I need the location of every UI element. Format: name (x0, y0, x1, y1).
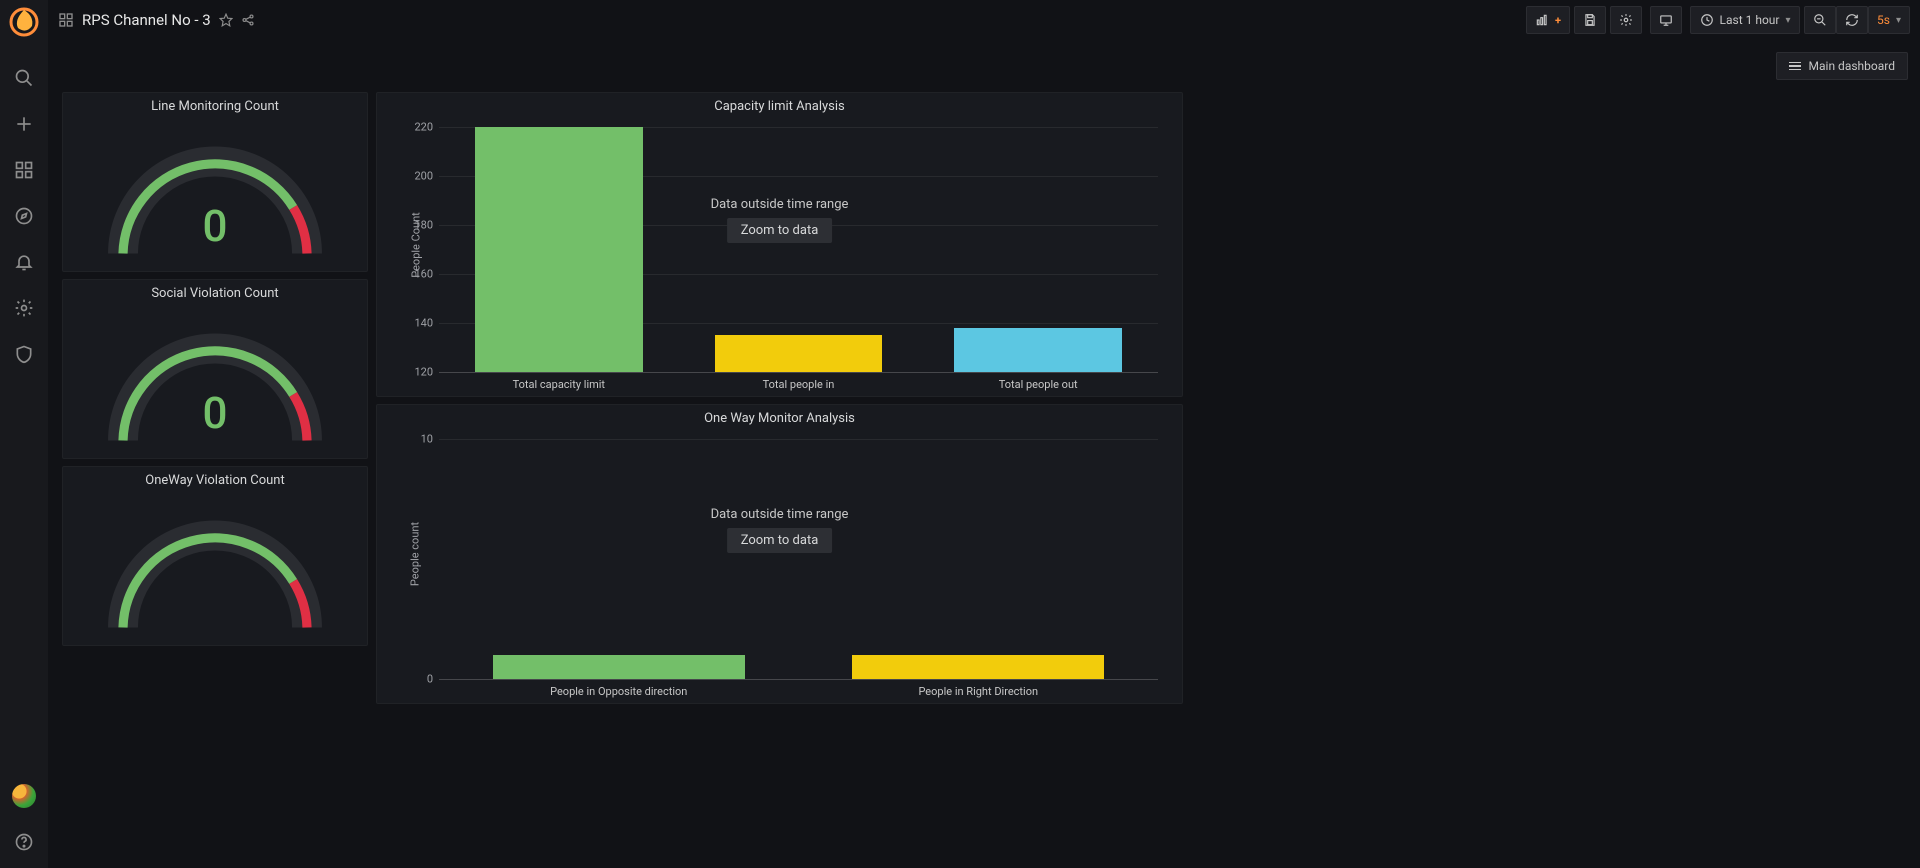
tv-mode-button[interactable] (1650, 6, 1682, 34)
main-dashboard-button[interactable]: Main dashboard (1776, 52, 1908, 80)
main-dashboard-label: Main dashboard (1809, 59, 1895, 73)
chevron-down-icon: ▾ (1896, 15, 1901, 26)
bar (475, 127, 643, 372)
dashboard-breadcrumb-icon[interactable] (58, 12, 74, 28)
panel-capacity-limit-analysis[interactable]: Capacity limit Analysis People Count 120… (376, 92, 1183, 397)
gear-icon[interactable] (8, 292, 40, 324)
panel-one-way-monitor[interactable]: One Way Monitor Analysis People count 01… (376, 404, 1183, 704)
y-tick-label: 10 (421, 433, 433, 446)
bar (493, 655, 745, 679)
refresh-button[interactable] (1836, 6, 1868, 34)
zoom-to-data-button[interactable]: Zoom to data (727, 528, 833, 553)
y-tick-label: 0 (427, 673, 433, 686)
shield-icon[interactable] (8, 338, 40, 370)
time-range-picker[interactable]: Last 1 hour ▾ (1690, 6, 1800, 34)
zoom-to-data-button[interactable]: Zoom to data (727, 218, 833, 243)
overlay-message: Data outside time range Zoom to data (711, 197, 849, 243)
compass-icon[interactable] (8, 200, 40, 232)
y-axis-label: People count (409, 522, 422, 586)
panel-line-monitoring[interactable]: Line Monitoring Count 0 (62, 92, 368, 272)
sidebar (0, 0, 48, 868)
y-tick-label: 200 (414, 170, 433, 183)
bell-icon[interactable] (8, 246, 40, 278)
chevron-down-icon: ▾ (1785, 15, 1790, 26)
panel-title: One Way Monitor Analysis (377, 405, 1182, 428)
bar (954, 328, 1122, 372)
panel-social-violation[interactable]: Social Violation Count 0 (62, 279, 368, 459)
apps-icon[interactable] (8, 154, 40, 186)
y-tick-label: 120 (414, 366, 433, 379)
refresh-interval-label: 5s (1877, 13, 1890, 27)
settings-button[interactable] (1610, 6, 1642, 34)
y-tick-label: 220 (414, 121, 433, 134)
y-tick-label: 180 (414, 219, 433, 232)
menu-icon (1789, 62, 1801, 71)
search-icon[interactable] (8, 62, 40, 94)
panel-title: Social Violation Count (63, 280, 367, 303)
overlay-text: Data outside time range (711, 197, 849, 212)
grafana-logo[interactable] (8, 6, 40, 38)
gauge-value: 0 (202, 387, 227, 439)
refresh-interval-picker[interactable]: 5s ▾ (1868, 6, 1910, 34)
time-range-label: Last 1 hour (1720, 13, 1780, 27)
bar (715, 335, 883, 372)
save-dashboard-button[interactable] (1574, 6, 1606, 34)
plot-area: 010People in Opposite directionPeople in… (439, 439, 1158, 679)
bar (852, 655, 1104, 679)
x-category-label: People in Right Direction (799, 679, 1159, 698)
plus-icon[interactable] (8, 108, 40, 140)
gauge-value: 0 (202, 200, 227, 252)
x-category-label: People in Opposite direction (439, 679, 799, 698)
help-icon[interactable] (8, 826, 40, 858)
avatar[interactable] (12, 784, 36, 808)
y-tick-label: 160 (414, 268, 433, 281)
x-category-label: Total people in (679, 372, 919, 391)
x-category-label: Total capacity limit (439, 372, 679, 391)
plot-area: 120140160180200220Total capacity limitTo… (439, 127, 1158, 372)
panel-oneway-violation[interactable]: OneWay Violation Count (62, 466, 368, 646)
share-icon[interactable] (241, 13, 255, 27)
zoom-out-button[interactable] (1804, 6, 1836, 34)
add-panel-button[interactable]: + (1526, 6, 1570, 34)
overlay-message: Data outside time range Zoom to data (711, 507, 849, 553)
panel-title: Capacity limit Analysis (377, 93, 1182, 116)
gauge-column: Line Monitoring Count 0 Social Violation… (62, 92, 368, 653)
overlay-text: Data outside time range (711, 507, 849, 522)
topbar: RPS Channel No - 3 + Last 1 hour ▾ 5s ▾ (48, 0, 1920, 40)
panel-title: OneWay Violation Count (63, 467, 367, 490)
x-category-label: Total people out (918, 372, 1158, 391)
page-title: RPS Channel No - 3 (82, 11, 211, 29)
panel-title: Line Monitoring Count (63, 93, 367, 116)
star-icon[interactable] (219, 13, 233, 27)
y-tick-label: 140 (414, 317, 433, 330)
